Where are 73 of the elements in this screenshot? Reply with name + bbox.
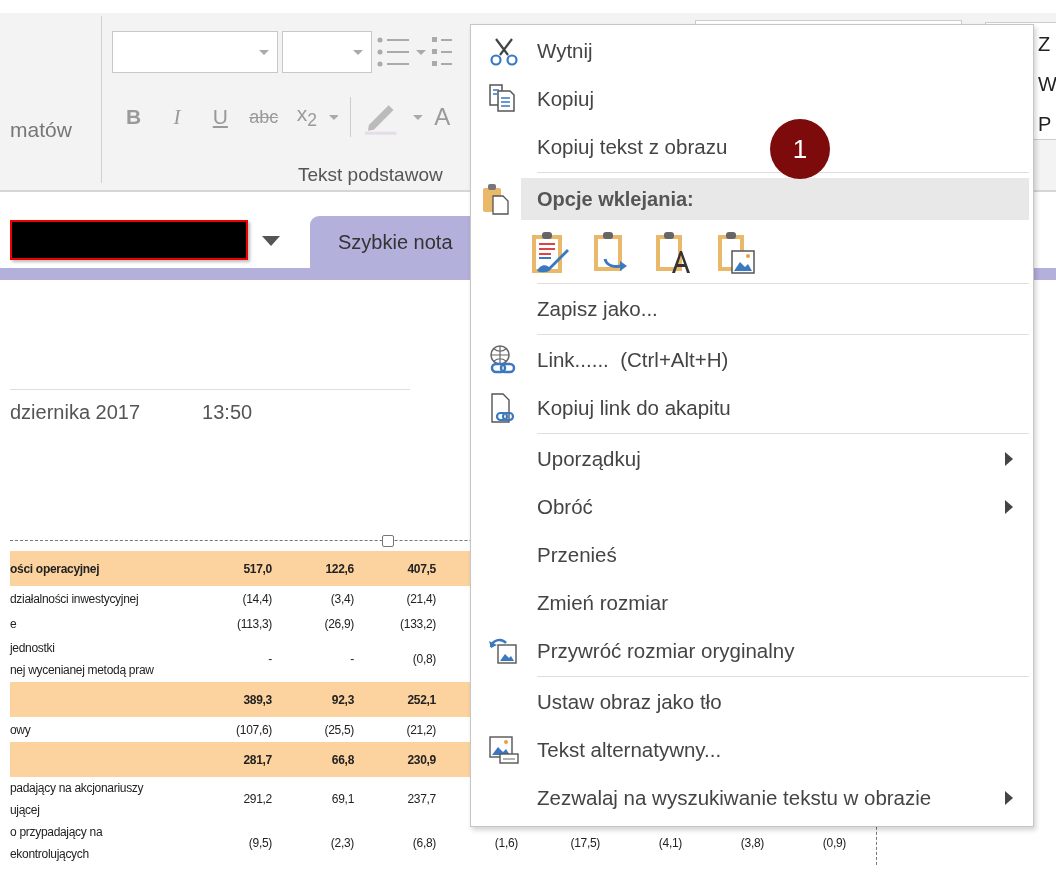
- row-label: jednostki nej wycenianej metodą praw: [10, 640, 155, 679]
- table-cell-text: (9,5): [247, 836, 273, 850]
- table-cell-text: (25,5): [323, 722, 355, 737]
- menu-item[interactable]: Kopiuj tekst z obrazu: [537, 135, 728, 159]
- menu-item[interactable]: Przywróć rozmiar oryginalny: [537, 639, 795, 663]
- row-label: e: [10, 615, 18, 633]
- table-cell-text: (21,4): [405, 591, 437, 606]
- dropdown-caret-icon: [259, 49, 269, 55]
- row-label: działalności inwestycyjnej: [10, 590, 140, 608]
- clipboard-brush-icon[interactable]: [531, 231, 571, 275]
- menu-item[interactable]: Tekst alternatywny...: [537, 738, 722, 762]
- panel-text: P: [1038, 112, 1053, 137]
- menu-item[interactable]: Link...... (Ctrl+Alt+H): [537, 348, 729, 372]
- table-cell-text: (107,6): [235, 722, 273, 737]
- table-cell-text: (1,6): [493, 836, 519, 850]
- menu-item[interactable]: Zapisz jako...: [537, 297, 658, 321]
- table-cell-text: (17,5): [569, 836, 601, 850]
- dropdown-caret-icon: [353, 49, 363, 55]
- menu-item[interactable]: Uporządkuj: [537, 447, 641, 471]
- row-label: ości operacyjnej: [10, 560, 101, 578]
- panel-text: Z: [1038, 32, 1052, 57]
- table-cell-text: -: [349, 652, 355, 666]
- table-cell-text: (3,4): [329, 591, 355, 606]
- clipboard-picture-icon[interactable]: [717, 231, 757, 275]
- table-cell-text: 92,3: [330, 692, 355, 707]
- table-cell-text: 281,7: [242, 752, 273, 767]
- panel-text: W: [1038, 72, 1056, 97]
- table-cell-text: (113,3): [235, 616, 273, 631]
- menu-item[interactable]: Kopiuj: [537, 87, 594, 111]
- table-cell-text: 122,6: [324, 561, 355, 576]
- menu-item[interactable]: Obróć: [537, 495, 593, 519]
- alt-text-picture-icon[interactable]: [488, 734, 520, 766]
- table-cell-text: 291,2: [242, 792, 273, 806]
- table-cell-text: (3,8): [739, 836, 765, 850]
- table-cell-text: 66,8: [330, 752, 355, 767]
- menu-item[interactable]: Ustaw obraz jako tło: [537, 690, 722, 714]
- font-size-field[interactable]: [282, 31, 372, 73]
- table-cell-text: (0,9): [821, 836, 847, 850]
- group-label: Tekst podstawow: [298, 164, 444, 186]
- table-cell-text: 407,5: [406, 561, 437, 576]
- table-cell-text: 517,0: [242, 561, 273, 576]
- group-label: matów: [10, 118, 72, 142]
- menu-item[interactable]: Zmień rozmiar: [537, 591, 668, 615]
- menu-section-header: Opcje wklejania:: [521, 178, 1029, 220]
- menu-item[interactable]: Wytnij: [537, 39, 593, 63]
- menu-item[interactable]: Przenieś: [537, 543, 617, 567]
- dropdown-caret-icon: [412, 114, 423, 120]
- dropdown-caret-icon[interactable]: [262, 236, 280, 246]
- table-cell-text: (133,2): [399, 616, 437, 631]
- menu-item[interactable]: Zezwalaj na wyszukiwanie tekstu w obrazie: [537, 786, 932, 810]
- table-cell-text: 252,1: [406, 692, 437, 707]
- page-date: dziernika 2017: [10, 401, 141, 424]
- table-cell-text: (26,9): [323, 616, 355, 631]
- dropdown-caret-icon: [328, 114, 339, 120]
- table-cell-text: (21,2): [405, 722, 437, 737]
- table-cell-text: 389,3: [242, 692, 273, 707]
- table-cell-text: 237,7: [406, 792, 437, 806]
- resize-handle[interactable]: [382, 535, 394, 547]
- clipboard-icon: [481, 182, 511, 216]
- table-cell-text: (14,4): [241, 591, 273, 606]
- table-cell-text: (2,3): [329, 836, 355, 850]
- table-cell-text: (4,1): [657, 836, 683, 850]
- page-time: 13:50: [202, 401, 253, 424]
- menu-item[interactable]: Kopiuj link do akapitu: [537, 396, 731, 420]
- table-cell-text: -: [267, 652, 273, 666]
- dropdown-caret-icon: [416, 49, 426, 55]
- table-cell-text: (0,8): [411, 652, 437, 666]
- row-label: o przypadający na ekontrolujących: [10, 824, 104, 863]
- table-cell-text: (6,8): [411, 836, 437, 850]
- font-name-field[interactable]: [112, 31, 278, 73]
- table-cell-text: 69,1: [330, 792, 355, 806]
- row-label: owy: [10, 721, 32, 739]
- table-cell-text: 230,9: [406, 752, 437, 767]
